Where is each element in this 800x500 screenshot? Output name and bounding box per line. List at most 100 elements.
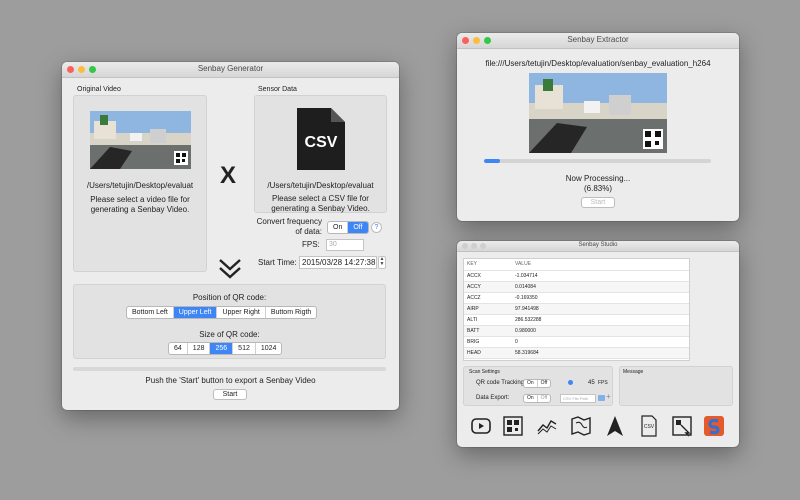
start-time-input[interactable]: 2015/03/28 14:27:38 bbox=[299, 256, 377, 269]
extractor-progress-fill bbox=[484, 159, 500, 163]
row-value: 286.532288 bbox=[512, 314, 689, 326]
sensor-values-table: KEY VALUE ACCX -1.034714 ACCY 0.014084 ACCZ -… bbox=[464, 259, 689, 359]
qr-size-option[interactable]: 256 bbox=[210, 343, 234, 354]
convert-frequency-label: Convert frequency of data: bbox=[256, 217, 322, 236]
fps-input[interactable]: 30 bbox=[326, 239, 364, 251]
times-symbol: X bbox=[220, 162, 237, 189]
value-column-header: VALUE bbox=[512, 259, 689, 271]
csv-drop-area[interactable]: CSV /Users/tetujin/Desktop/evaluat Pleas… bbox=[254, 95, 387, 213]
generator-start-button[interactable]: Start bbox=[213, 389, 247, 400]
row-key: AIRP bbox=[464, 303, 512, 315]
table-row[interactable]: ALTI 286.532288 bbox=[464, 314, 689, 326]
sensor-table-container: KEY VALUE ACCX -1.034714 ACCY 0.014084 ACCZ -… bbox=[463, 258, 690, 361]
map-icon[interactable] bbox=[570, 415, 592, 437]
video-thumbnail bbox=[90, 111, 191, 169]
qr-size-option[interactable]: 1024 bbox=[256, 343, 282, 354]
qr-scan-icon[interactable] bbox=[671, 415, 693, 437]
extractor-status: Now Processing... bbox=[565, 174, 631, 183]
table-row[interactable]: BATT 0.980000 bbox=[464, 325, 689, 337]
scan-settings-label: Scan Settings bbox=[469, 369, 500, 375]
table-row[interactable]: ACCZ -0.169350 bbox=[464, 292, 689, 304]
help-button[interactable]: ? bbox=[371, 222, 382, 233]
csv-file-icon[interactable]: CSV bbox=[638, 415, 660, 437]
extractor-titlebar: Senbay Extractor bbox=[457, 33, 739, 49]
convert-off-option[interactable]: Off bbox=[348, 222, 368, 233]
table-row[interactable]: BRIG 0 bbox=[464, 336, 689, 348]
qr-size-option[interactable]: 512 bbox=[233, 343, 256, 354]
fps-slider-knob[interactable] bbox=[568, 380, 573, 385]
qr-position-label: Position of QR code: bbox=[192, 293, 267, 302]
data-export-on[interactable]: On bbox=[524, 395, 538, 402]
qr-size-label: Size of QR code: bbox=[199, 330, 260, 339]
extractor-progress-bar bbox=[484, 159, 711, 163]
row-key: ACCZ bbox=[464, 292, 512, 304]
csv-path: /Users/tetujin/Desktop/evaluat bbox=[267, 181, 374, 190]
qr-tracking-on[interactable]: On bbox=[524, 380, 538, 387]
play-icon[interactable] bbox=[470, 415, 492, 437]
qr-size-segmented-control: 64 128 256 512 1024 bbox=[168, 342, 283, 355]
csv-file-icon: CSV bbox=[297, 108, 345, 170]
qr-size-option[interactable]: 128 bbox=[188, 343, 211, 354]
row-value: -1.034714 bbox=[512, 270, 689, 282]
table-row[interactable]: ACCY 0.014084 bbox=[464, 281, 689, 293]
fps-label: FPS: bbox=[302, 240, 320, 249]
studio-fps-value: 45 bbox=[588, 380, 595, 386]
convert-on-option[interactable]: On bbox=[328, 222, 349, 233]
double-chevron-down-icon bbox=[218, 258, 242, 280]
push-hint: Push the 'Start' button to export a Senb… bbox=[145, 376, 316, 385]
qr-tracking-off[interactable]: Off bbox=[538, 380, 551, 387]
row-value: 0.014084 bbox=[512, 281, 689, 293]
qr-position-option[interactable]: Upper Left bbox=[173, 307, 218, 318]
qr-tracking-label: QR code Tracking: bbox=[476, 380, 526, 386]
row-value: 0 bbox=[512, 336, 689, 348]
table-row[interactable]: ACCX -1.034714 bbox=[464, 270, 689, 282]
row-value: -0.169350 bbox=[512, 292, 689, 304]
row-value: 58.319684 bbox=[512, 347, 689, 359]
original-video-label: Original Video bbox=[77, 86, 121, 93]
generator-titlebar: Senbay Generator bbox=[62, 62, 399, 78]
row-key: BRIG bbox=[464, 336, 512, 348]
table-row[interactable]: HEAD 58.319684 bbox=[464, 347, 689, 359]
qr-position-option[interactable]: Upper Right bbox=[217, 307, 266, 318]
start-time-stepper[interactable]: ▲ ▼ bbox=[378, 256, 386, 269]
generator-title: Senbay Generator bbox=[197, 64, 264, 73]
export-progress-bar bbox=[73, 367, 386, 371]
add-button[interactable]: + bbox=[606, 392, 611, 401]
qr-position-option[interactable]: Buttom Rigth bbox=[266, 307, 316, 318]
csv-icon-label: CSV bbox=[643, 424, 655, 430]
qr-size-option[interactable]: 64 bbox=[169, 343, 188, 354]
extractor-start-button[interactable]: Start bbox=[581, 197, 615, 208]
scan-settings-panel: Scan Settings QR code Tracking: On Off 4… bbox=[463, 366, 613, 406]
row-key: ACCY bbox=[464, 281, 512, 293]
table-row[interactable]: AIRP 97.941498 bbox=[464, 303, 689, 315]
line-chart-icon[interactable] bbox=[536, 415, 558, 437]
studio-titlebar: Senbay Studio bbox=[457, 241, 739, 252]
row-key: ALTI bbox=[464, 314, 512, 326]
qr-position-segmented-control: Bottom Left Upper Left Upper Right Buttom R… bbox=[126, 306, 318, 319]
start-time-label: Start Time: bbox=[258, 258, 297, 267]
csv-hint: Please select a CSV file for generating … bbox=[271, 194, 370, 213]
csv-path-input[interactable]: CSV File Path bbox=[560, 394, 596, 403]
folder-icon[interactable] bbox=[598, 395, 605, 401]
senbay-generator-window: Senbay Generator Original Video Sensor D… bbox=[62, 62, 399, 410]
row-key: ACCX bbox=[464, 270, 512, 282]
convert-frequency-toggle: On Off bbox=[327, 221, 369, 234]
senbay-logo-icon[interactable] bbox=[703, 415, 725, 437]
row-value: 0.980000 bbox=[512, 325, 689, 337]
message-panel: Message bbox=[619, 366, 733, 406]
row-key: HEAD bbox=[464, 347, 512, 359]
video-drop-area[interactable]: /Users/tetujin/Desktop/evaluat Please se… bbox=[73, 95, 207, 272]
qr-position-option[interactable]: Bottom Left bbox=[127, 307, 174, 318]
extractor-file-url: file:///Users/tetujin/Desktop/evaluation… bbox=[485, 59, 711, 68]
key-column-header: KEY bbox=[464, 259, 512, 271]
compass-arrow-icon[interactable] bbox=[604, 415, 626, 437]
data-export-off[interactable]: Off bbox=[538, 395, 551, 402]
row-value: 97.941498 bbox=[512, 303, 689, 315]
row-key: BATT bbox=[464, 325, 512, 337]
csv-icon-text: CSV bbox=[304, 134, 338, 151]
extractor-title: Senbay Extractor bbox=[567, 35, 629, 44]
qr-code-icon[interactable] bbox=[502, 415, 524, 437]
qr-tracking-toggle: On Off bbox=[523, 379, 552, 388]
data-export-label: Data Export: bbox=[476, 395, 510, 401]
message-label: Message bbox=[623, 369, 644, 375]
